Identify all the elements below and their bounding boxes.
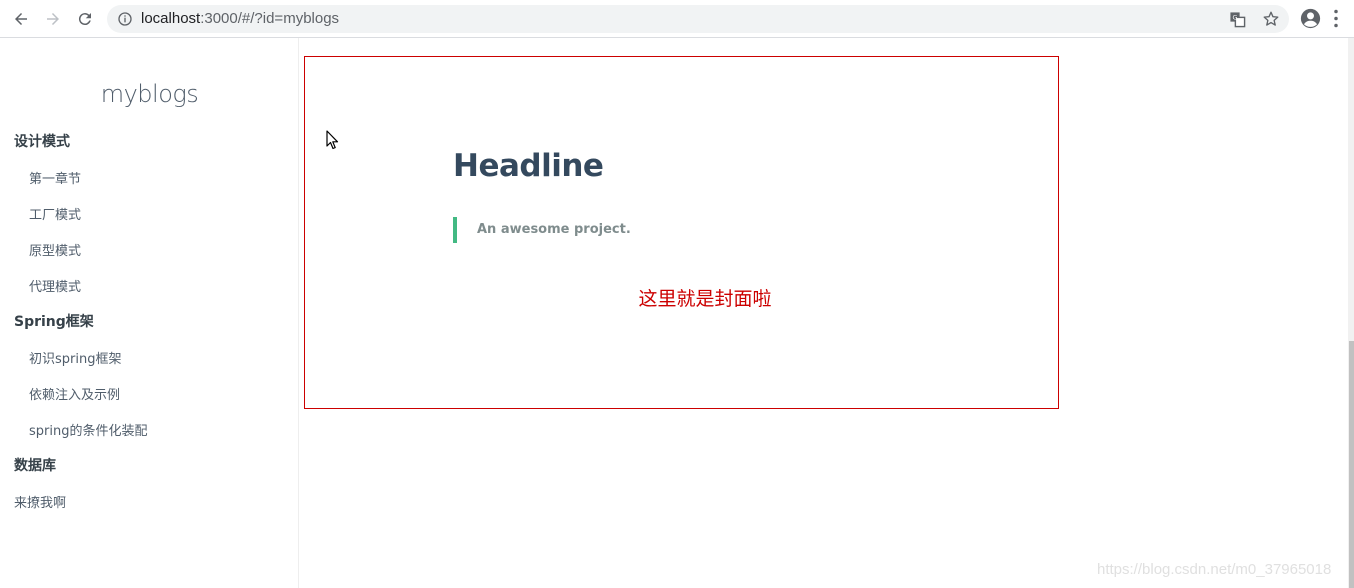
url-host: localhost: [141, 10, 201, 27]
forward-icon[interactable]: [41, 7, 65, 31]
sidebar-item-chapter-one[interactable]: 第一章节: [29, 168, 81, 187]
cover-annotation: 这里就是封面啦: [638, 288, 772, 310]
sidebar-section-database[interactable]: 数据库: [14, 455, 56, 475]
sidebar-item-spring-intro[interactable]: 初识spring框架: [29, 348, 121, 367]
sidebar-section-design-patterns[interactable]: 设计模式: [14, 131, 70, 151]
scrollbar-thumb[interactable]: [1349, 341, 1354, 588]
svg-text:G: G: [1233, 14, 1238, 22]
translate-icon[interactable]: G: [1229, 11, 1246, 28]
app-name[interactable]: myblogs: [0, 80, 299, 108]
reload-icon[interactable]: [73, 7, 97, 31]
address-bar[interactable]: localhost:3000/#/?id=myblogs G: [107, 5, 1289, 33]
sidebar-item-contact[interactable]: 来撩我啊: [14, 492, 66, 511]
browser-toolbar: localhost:3000/#/?id=myblogs G: [0, 0, 1354, 38]
sidebar-item-dependency-injection[interactable]: 依赖注入及示例: [29, 384, 120, 403]
sidebar-item-conditional-wiring[interactable]: spring的条件化装配: [29, 420, 147, 439]
main-content: Headline An awesome project. 这里就是封面啦: [299, 38, 1348, 588]
url-text[interactable]: localhost:3000/#/?id=myblogs: [141, 10, 339, 27]
mouse-cursor-icon: [326, 130, 339, 150]
cover-highlight-box: Headline An awesome project. 这里就是封面啦: [304, 56, 1059, 409]
sidebar-section-spring[interactable]: Spring框架: [14, 311, 94, 331]
url-path: :3000/#/?id=myblogs: [200, 10, 340, 27]
menu-icon[interactable]: [1333, 8, 1339, 29]
cover-tagline: An awesome project.: [477, 222, 631, 237]
back-icon[interactable]: [9, 7, 33, 31]
sidebar-item-proxy-pattern[interactable]: 代理模式: [29, 276, 81, 295]
sidebar-item-prototype-pattern[interactable]: 原型模式: [29, 240, 81, 259]
watermark: https://blog.csdn.net/m0_37965018: [1097, 561, 1332, 578]
sidebar: myblogs 设计模式 第一章节 工厂模式 原型模式 代理模式 Spring框…: [0, 38, 299, 588]
tagline-accent-bar: [453, 217, 457, 243]
page-scrollbar[interactable]: [1348, 38, 1354, 588]
star-icon[interactable]: [1262, 10, 1280, 28]
profile-icon[interactable]: [1300, 8, 1321, 29]
info-icon[interactable]: [117, 11, 133, 27]
sidebar-item-factory-pattern[interactable]: 工厂模式: [29, 204, 81, 223]
cover-headline: Headline: [453, 148, 604, 184]
